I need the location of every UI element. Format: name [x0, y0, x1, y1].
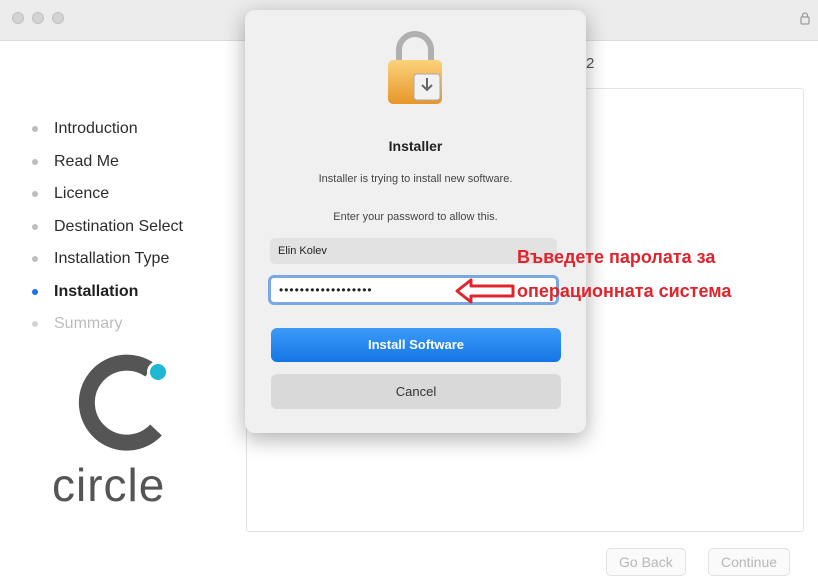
step-label: Introduction — [54, 120, 138, 137]
step-label: Summary — [54, 315, 123, 332]
step-bullet-icon — [32, 126, 38, 132]
step-bullet-icon — [32, 158, 38, 165]
continue-button[interactable]: Continue — [708, 548, 791, 576]
annotation-line-2: операционната система — [517, 281, 732, 301]
lock-icon — [384, 28, 446, 113]
dialog-prompt: Enter your password to allow this. — [333, 211, 498, 223]
lock-icon — [800, 12, 810, 28]
step-bullet-icon — [32, 191, 38, 197]
step-bullet-icon — [32, 256, 38, 262]
step-label: Destination Select — [54, 217, 183, 235]
step-installation: Installation — [32, 281, 183, 314]
step-label: Read Me — [54, 152, 119, 170]
step-read-me: Read Me — [32, 151, 183, 184]
step-introduction: Introduction — [32, 118, 183, 151]
circle-logo-icon — [64, 348, 184, 463]
username-field[interactable]: Elin Kolev — [270, 238, 557, 264]
logo-text: circle — [52, 459, 166, 511]
step-label: Installation — [54, 282, 139, 300]
step-bullet-icon — [32, 321, 38, 327]
minimize-window-button[interactable] — [32, 12, 44, 24]
step-bullet-icon — [32, 288, 38, 295]
auth-dialog: Installer Installer is trying to install… — [245, 10, 586, 433]
step-label: Licence — [54, 185, 110, 202]
step-installation-type: Installation Type — [32, 248, 183, 281]
go-back-button[interactable]: Go Back — [606, 548, 686, 576]
cancel-button[interactable]: Cancel — [271, 374, 561, 409]
close-window-button[interactable] — [12, 12, 24, 24]
zoom-window-button[interactable] — [52, 12, 64, 24]
step-licence: Licence — [32, 183, 183, 216]
installer-steps: Introduction Read Me Licence Destination… — [32, 118, 183, 346]
install-software-button[interactable]: Install Software — [271, 328, 561, 362]
step-destination-select: Destination Select — [32, 216, 183, 249]
step-label: Installation Type — [54, 250, 170, 267]
left-arrow-icon — [455, 278, 517, 309]
dialog-message: Installer is trying to install new softw… — [318, 173, 513, 185]
annotation-line-1: Въведете паролата за — [517, 247, 716, 267]
step-bullet-icon — [32, 223, 38, 230]
dialog-title: Installer — [388, 138, 443, 154]
window-title-fragment: 2 — [586, 55, 595, 72]
step-summary: Summary — [32, 313, 183, 346]
